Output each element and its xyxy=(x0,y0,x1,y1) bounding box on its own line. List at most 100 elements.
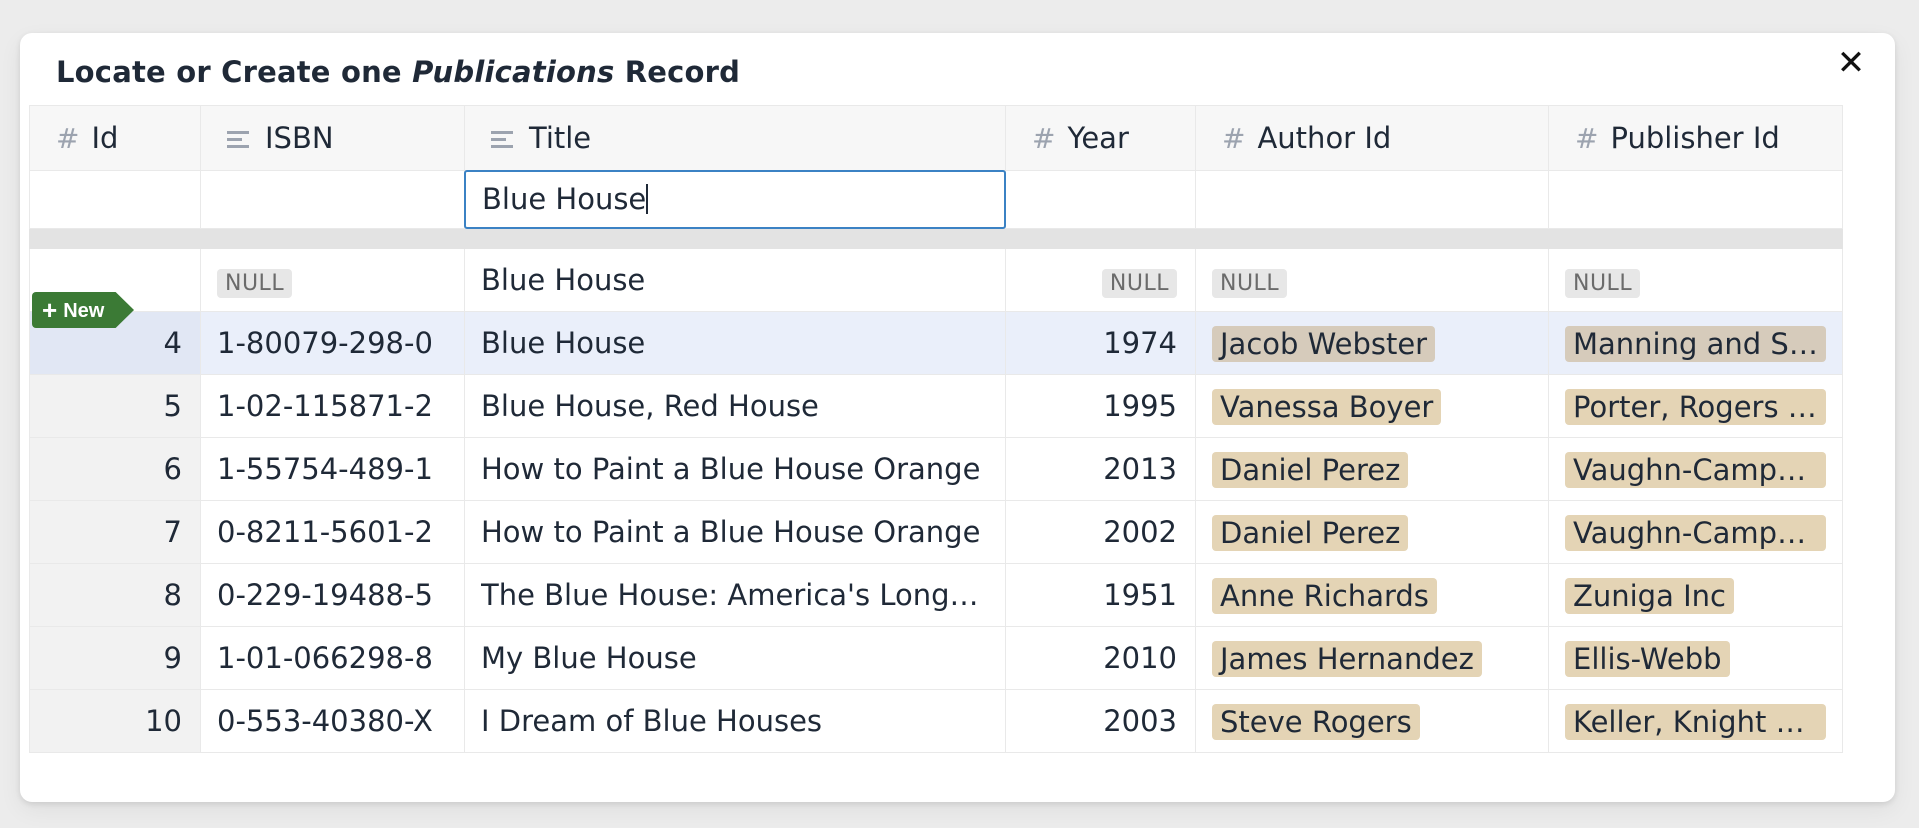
cell-author-id: James Hernandez xyxy=(1195,626,1549,690)
publisher-link-chip[interactable]: Keller, Knight an… xyxy=(1565,703,1826,740)
hash-icon: # xyxy=(56,122,80,155)
author-link-chip[interactable]: Daniel Perez xyxy=(1212,451,1409,488)
cell-year: 1951 xyxy=(1005,563,1196,627)
author-link-chip[interactable]: Daniel Perez xyxy=(1212,514,1409,551)
filter-year[interactable] xyxy=(1005,170,1196,229)
cell-author-id: Anne Richards xyxy=(1195,563,1549,627)
cell-publisher-id: Vaughn-Campbell xyxy=(1548,500,1843,564)
cell-publisher-id: Zuniga Inc xyxy=(1548,563,1843,627)
cell-title: How to Paint a Blue House Orange xyxy=(464,500,1006,564)
text-lines-icon xyxy=(491,129,513,149)
table-row[interactable]: 5 1-02-115871-2 Blue House, Red House 19… xyxy=(29,374,1843,438)
cell-isbn: NULL xyxy=(200,248,465,312)
hash-icon: # xyxy=(1575,122,1599,155)
cell-publisher-id: Keller, Knight an… xyxy=(1548,689,1843,753)
new-record-row[interactable]: NULL Blue House NULL NULL NULL xyxy=(29,248,1843,312)
cell-isbn: 1-80079-298-0 xyxy=(200,311,465,375)
cell-isbn: 1-01-066298-8 xyxy=(200,626,465,690)
publisher-link-chip[interactable]: Porter, Rogers a… xyxy=(1565,388,1826,425)
table-row[interactable]: 10 0-553-40380-X I Dream of Blue Houses … xyxy=(29,689,1843,753)
filter-row: Blue House xyxy=(29,170,1843,229)
filter-title-cell[interactable]: Blue House xyxy=(464,170,1006,229)
publisher-link-chip[interactable]: Vaughn-Campbell xyxy=(1565,451,1826,488)
cell-year: NULL xyxy=(1005,248,1196,312)
cell-id: 9 xyxy=(29,626,201,690)
separator-row xyxy=(29,228,1843,249)
table-row[interactable]: 4 1-80079-298-0 Blue House 1974 Jacob We… xyxy=(29,311,1843,375)
new-record-button[interactable]: + New xyxy=(32,292,134,328)
cell-isbn: 0-553-40380-X xyxy=(200,689,465,753)
cell-id: 6 xyxy=(29,437,201,501)
column-header-year[interactable]: # Year xyxy=(1005,105,1196,171)
close-icon[interactable]: ✕ xyxy=(1829,41,1873,85)
cell-author-id: Steve Rogers xyxy=(1195,689,1549,753)
cell-author-id: Daniel Perez xyxy=(1195,500,1549,564)
cell-id: 10 xyxy=(29,689,201,753)
author-link-chip[interactable]: Vanessa Boyer xyxy=(1212,388,1442,425)
publisher-link-chip[interactable]: Manning and So… xyxy=(1565,325,1826,362)
cell-title: I Dream of Blue Houses xyxy=(464,689,1006,753)
cell-year: 2002 xyxy=(1005,500,1196,564)
publisher-link-chip[interactable]: Vaughn-Campbell xyxy=(1565,514,1826,551)
column-header-id[interactable]: # Id xyxy=(29,105,201,171)
text-lines-icon xyxy=(227,129,249,149)
table-row[interactable]: 8 0-229-19488-5 The Blue House: America'… xyxy=(29,563,1843,627)
author-link-chip[interactable]: Anne Richards xyxy=(1212,577,1437,614)
cell-title: Blue House, Red House xyxy=(464,374,1006,438)
cell-id: 8 xyxy=(29,563,201,627)
cell-publisher-id: NULL xyxy=(1548,248,1843,312)
cell-id: 5 xyxy=(29,374,201,438)
publisher-link-chip[interactable]: Zuniga Inc xyxy=(1565,577,1734,614)
cell-title: My Blue House xyxy=(464,626,1006,690)
cell-title: The Blue House: America's Longest… xyxy=(464,563,1006,627)
cell-title: How to Paint a Blue House Orange xyxy=(464,437,1006,501)
column-header-title[interactable]: Title xyxy=(464,105,1006,171)
null-badge: NULL xyxy=(1212,268,1288,298)
cell-year: 1995 xyxy=(1005,374,1196,438)
column-header-author-id[interactable]: # Author Id xyxy=(1195,105,1549,171)
publisher-link-chip[interactable]: Ellis-Webb xyxy=(1565,640,1730,677)
filter-id[interactable] xyxy=(29,170,201,229)
null-badge: NULL xyxy=(1565,268,1641,298)
cell-author-id: NULL xyxy=(1195,248,1549,312)
null-badge: NULL xyxy=(217,268,293,298)
cell-year: 2003 xyxy=(1005,689,1196,753)
author-link-chip[interactable]: Steve Rogers xyxy=(1212,703,1420,740)
column-header-isbn[interactable]: ISBN xyxy=(200,105,465,171)
cell-isbn: 1-02-115871-2 xyxy=(200,374,465,438)
table-row[interactable]: 9 1-01-066298-8 My Blue House 2010 James… xyxy=(29,626,1843,690)
table-row[interactable]: 6 1-55754-489-1 How to Paint a Blue Hous… xyxy=(29,437,1843,501)
cell-publisher-id: Vaughn-Campbell xyxy=(1548,437,1843,501)
title-filter-input[interactable]: Blue House xyxy=(464,170,1006,229)
cell-author-id: Jacob Webster xyxy=(1195,311,1549,375)
cell-publisher-id: Ellis-Webb xyxy=(1548,626,1843,690)
author-link-chip[interactable]: Jacob Webster xyxy=(1212,325,1436,362)
filter-isbn[interactable] xyxy=(200,170,465,229)
author-link-chip[interactable]: James Hernandez xyxy=(1212,640,1482,677)
hash-icon: # xyxy=(1222,122,1246,155)
cell-id: 7 xyxy=(29,500,201,564)
cell-isbn: 0-8211-5601-2 xyxy=(200,500,465,564)
records-grid: # Id ISBN Title # Year # Author Id # Publish… xyxy=(29,105,1843,753)
cell-title: Blue House xyxy=(464,311,1006,375)
header-row: # Id ISBN Title # Year # Author Id # Publish… xyxy=(29,105,1843,171)
cell-isbn: 1-55754-489-1 xyxy=(200,437,465,501)
cell-year: 2010 xyxy=(1005,626,1196,690)
plus-icon: + xyxy=(42,295,58,325)
cell-publisher-id: Manning and So… xyxy=(1548,311,1843,375)
hash-icon: # xyxy=(1032,122,1056,155)
cell-author-id: Vanessa Boyer xyxy=(1195,374,1549,438)
table-row[interactable]: 7 0-8211-5601-2 How to Paint a Blue Hous… xyxy=(29,500,1843,564)
column-header-publisher-id[interactable]: # Publisher Id xyxy=(1548,105,1843,171)
null-badge: NULL xyxy=(1101,268,1177,298)
cell-year: 2013 xyxy=(1005,437,1196,501)
filter-publisher-id[interactable] xyxy=(1548,170,1843,229)
cell-author-id: Daniel Perez xyxy=(1195,437,1549,501)
cell-isbn: 0-229-19488-5 xyxy=(200,563,465,627)
cell-publisher-id: Porter, Rogers a… xyxy=(1548,374,1843,438)
cell-year: 1974 xyxy=(1005,311,1196,375)
filter-author-id[interactable] xyxy=(1195,170,1549,229)
dialog-title: Locate or Create one Publications Record xyxy=(56,55,741,89)
cell-title: Blue House xyxy=(464,248,1006,312)
text-caret xyxy=(646,184,649,214)
